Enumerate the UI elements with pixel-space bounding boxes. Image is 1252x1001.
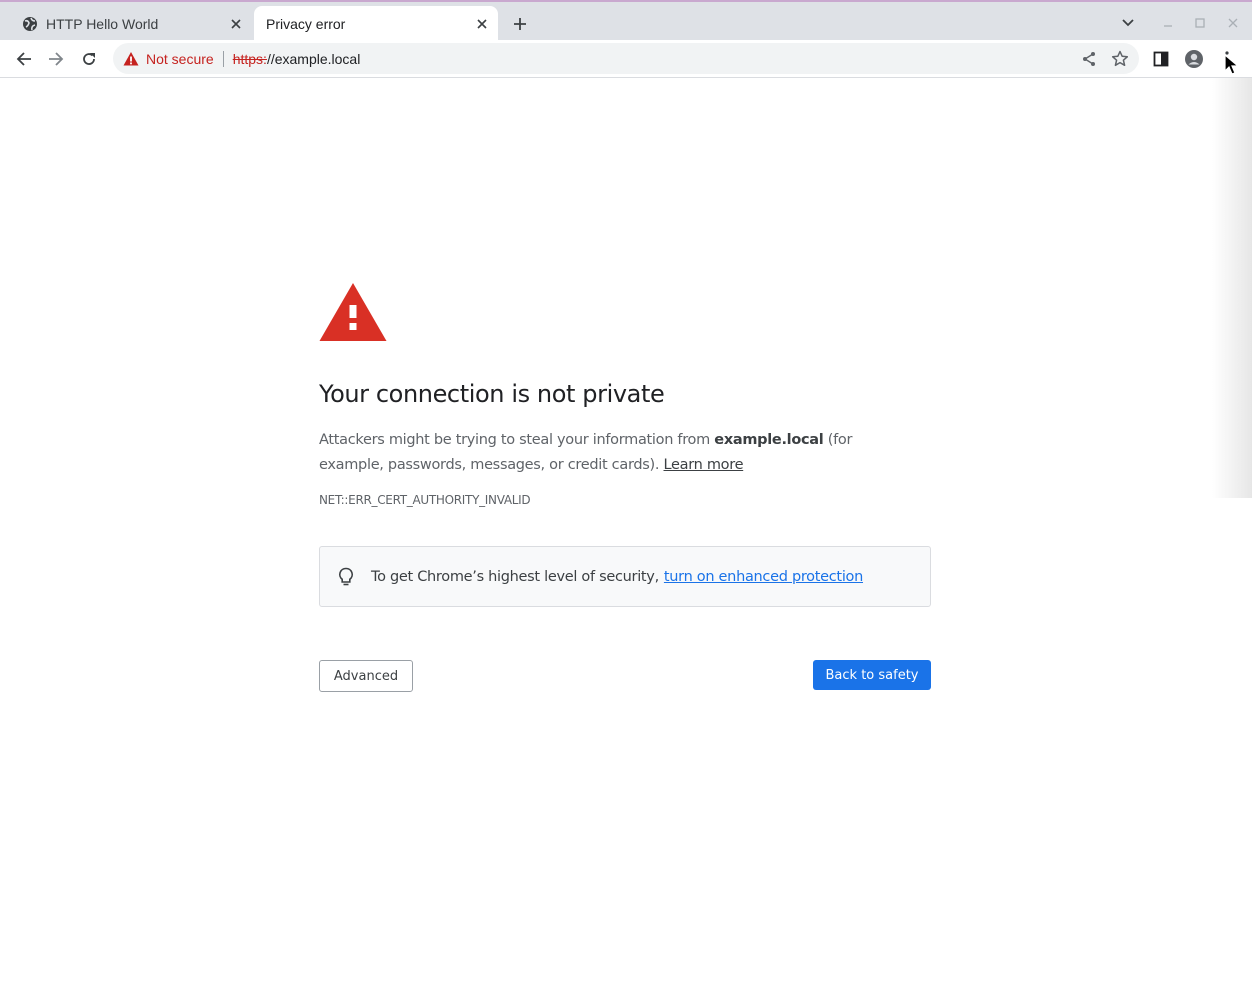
tab-search-chevron-icon[interactable] xyxy=(1118,12,1138,34)
learn-more-link[interactable]: Learn more xyxy=(664,457,744,473)
window-close-icon[interactable] xyxy=(1223,12,1243,34)
back-to-safety-button[interactable]: Back to safety xyxy=(813,660,931,690)
url-scheme: https: xyxy=(232,50,267,67)
toolbar: Not secure https://example.local xyxy=(0,40,1252,78)
bookmark-star-icon[interactable] xyxy=(1110,49,1130,69)
globe-icon xyxy=(22,16,38,32)
page-edge-shadow xyxy=(1212,78,1252,498)
advanced-button[interactable]: Advanced xyxy=(319,660,413,692)
lightbulb-icon xyxy=(337,567,355,587)
tab-close-icon[interactable] xyxy=(472,14,492,34)
tab-close-icon[interactable] xyxy=(226,14,246,34)
page-title: Your connection is not private xyxy=(319,380,665,408)
security-status-label[interactable]: Not secure xyxy=(146,51,214,67)
profile-avatar-icon[interactable] xyxy=(1181,46,1207,72)
tab-privacy-error[interactable]: Privacy error xyxy=(254,6,498,42)
host-name: example.local xyxy=(714,432,824,448)
warning-icon[interactable] xyxy=(123,51,139,67)
tab-title: Privacy error xyxy=(266,16,346,32)
error-code: NET::ERR_CERT_AUTHORITY_INVALID xyxy=(319,493,531,507)
address-bar[interactable]: Not secure https://example.local xyxy=(113,43,1139,74)
mouse-cursor-icon xyxy=(1224,54,1240,75)
minimize-icon[interactable] xyxy=(1158,12,1178,34)
reload-icon[interactable] xyxy=(76,46,102,72)
enhanced-protection-text: To get Chrome’s highest level of securit… xyxy=(371,568,659,585)
back-arrow-icon[interactable] xyxy=(11,46,37,72)
enhanced-protection-banner: To get Chrome’s highest level of securit… xyxy=(319,546,931,607)
warning-triangle-icon xyxy=(319,283,387,341)
side-panel-icon[interactable] xyxy=(1148,46,1174,72)
share-icon[interactable] xyxy=(1079,49,1099,69)
new-tab-icon[interactable] xyxy=(508,12,532,36)
tab-title: HTTP Hello World xyxy=(46,16,159,32)
maximize-icon[interactable] xyxy=(1190,12,1210,34)
tab-strip: HTTP Hello World Privacy error xyxy=(0,0,1252,42)
tab-http-hello-world[interactable]: HTTP Hello World xyxy=(12,6,252,42)
omnibox-divider xyxy=(222,50,224,67)
error-explanation: Attackers might be trying to steal your … xyxy=(319,432,853,473)
url-host: //example.local xyxy=(266,50,361,67)
enhanced-protection-link[interactable]: turn on enhanced protection xyxy=(664,569,863,585)
forward-arrow-icon[interactable] xyxy=(43,46,69,72)
